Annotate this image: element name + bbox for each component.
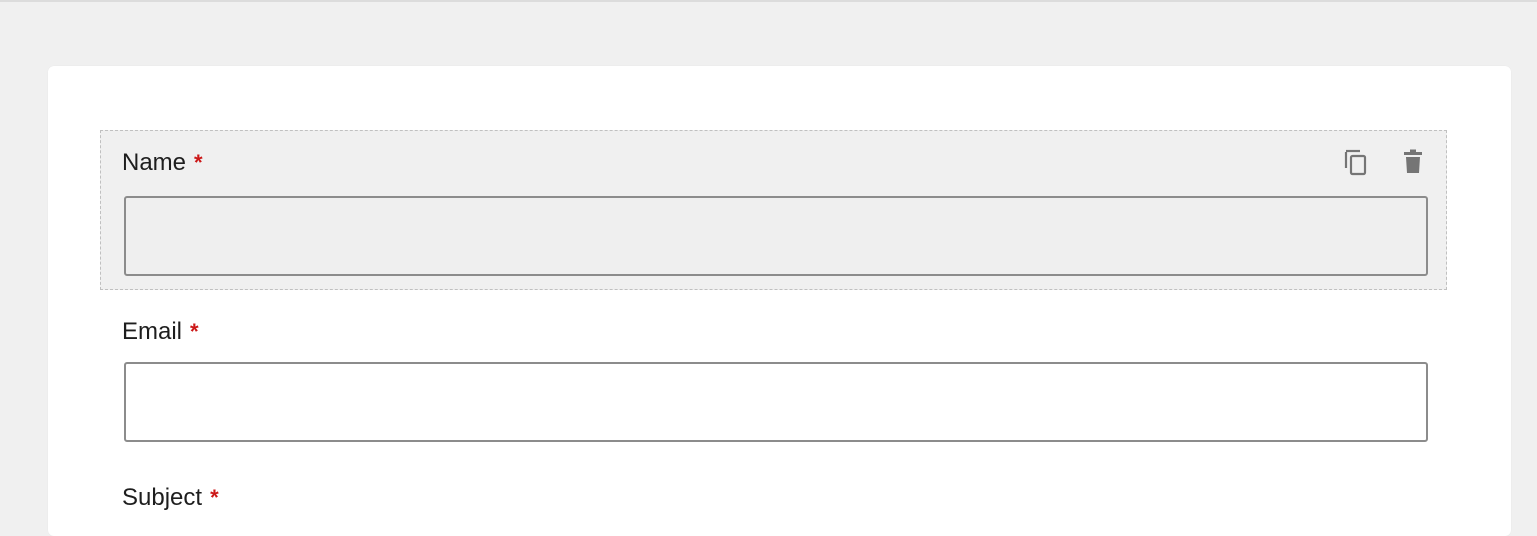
- field-label-text: Subject: [122, 484, 203, 511]
- field-label-text: Name: [122, 149, 187, 176]
- duplicate-icon: [1344, 149, 1367, 176]
- field-label-text: Email: [122, 318, 183, 345]
- top-divider: [0, 0, 1537, 2]
- duplicate-button[interactable]: [1341, 147, 1371, 177]
- field-label: Email *: [122, 318, 199, 346]
- required-asterisk: *: [210, 485, 219, 510]
- field-label: Subject *: [122, 484, 219, 512]
- name-input[interactable]: [124, 196, 1428, 276]
- form-field-name[interactable]: Name *: [100, 130, 1447, 290]
- form-field-subject[interactable]: Subject *: [100, 472, 1447, 532]
- required-asterisk: *: [190, 319, 199, 344]
- form-card: Name * Email * Subject *: [48, 66, 1511, 536]
- field-label: Name *: [122, 149, 203, 177]
- trash-icon: [1404, 149, 1422, 173]
- required-asterisk: *: [194, 150, 203, 175]
- delete-button[interactable]: [1398, 147, 1428, 177]
- email-input[interactable]: [124, 362, 1428, 442]
- form-field-email[interactable]: Email *: [100, 306, 1447, 456]
